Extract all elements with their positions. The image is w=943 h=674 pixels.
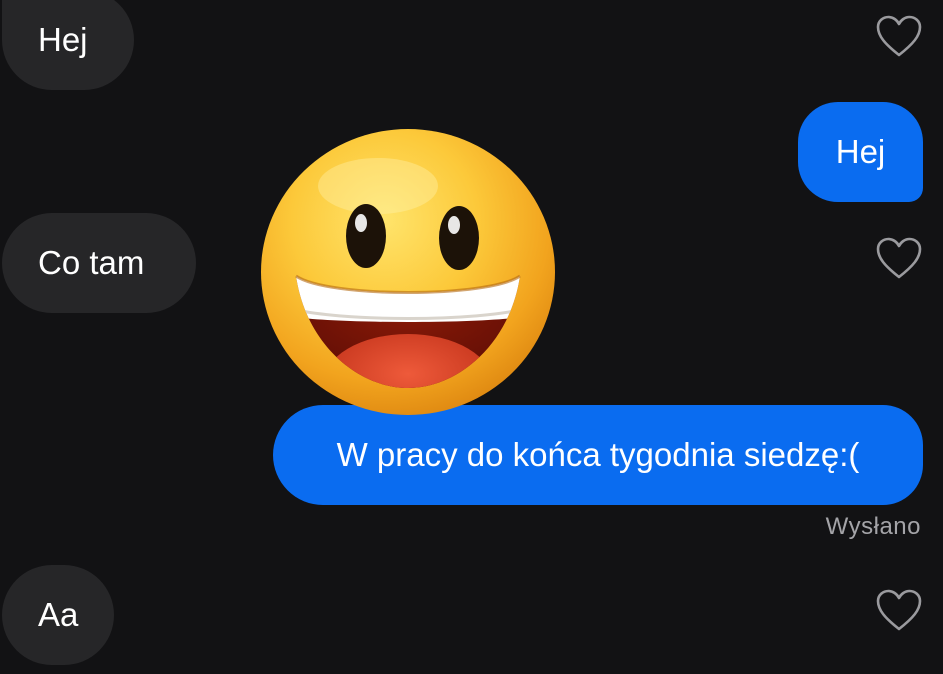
like-heart-icon[interactable] xyxy=(875,588,923,632)
message-text: W pracy do końca tygodnia siedzę:( xyxy=(336,436,860,473)
chat-thread: Hej Hej Co tam W pracy do końca tygodnia… xyxy=(0,0,943,674)
message-text: Hej xyxy=(835,133,886,170)
incoming-message[interactable]: Aa xyxy=(2,565,114,665)
like-heart-icon[interactable] xyxy=(875,236,923,280)
sent-status: Wysłano xyxy=(825,513,921,540)
like-heart-icon[interactable] xyxy=(875,14,923,58)
incoming-message[interactable]: Hej xyxy=(2,0,134,90)
incoming-message[interactable]: Co tam xyxy=(2,213,196,313)
message-text: Aa xyxy=(38,596,79,633)
grinning-face-emoji-icon[interactable] xyxy=(258,126,558,418)
message-text: Hej xyxy=(38,21,88,58)
outgoing-message[interactable]: W pracy do końca tygodnia siedzę:( xyxy=(273,405,923,505)
message-text: Co tam xyxy=(38,244,145,281)
outgoing-message[interactable]: Hej xyxy=(798,102,923,202)
